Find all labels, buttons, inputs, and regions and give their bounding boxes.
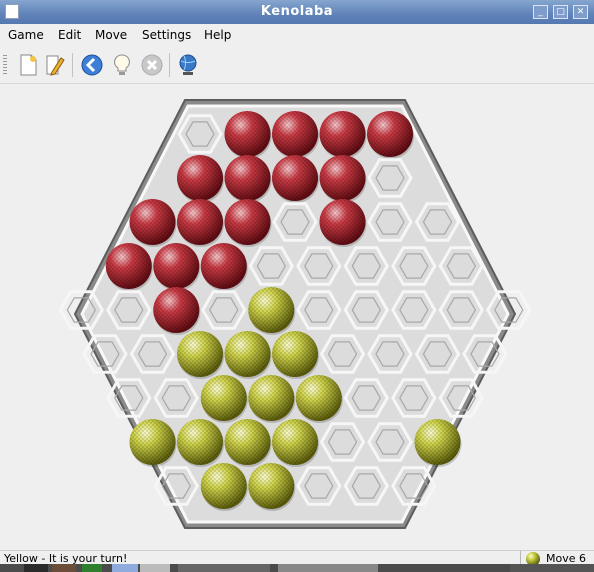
toolbar-separator [169, 53, 170, 77]
status-bar: Yellow - It is your turn! Move 6 [0, 550, 594, 565]
status-move-panel: Move 6 [520, 551, 594, 565]
marble-texture [105, 243, 152, 289]
marble-texture [319, 111, 366, 157]
new-game-icon[interactable] [15, 52, 41, 78]
stop-icon[interactable] [139, 52, 165, 78]
marble-texture [153, 287, 200, 333]
menu-settings[interactable]: Settings [142, 28, 191, 42]
menu-help[interactable]: Help [204, 28, 231, 42]
marble-texture [248, 287, 295, 333]
marble-texture [200, 463, 247, 509]
marble-texture [248, 463, 295, 509]
taskbar-app-icon[interactable] [82, 564, 102, 572]
marble-texture [129, 199, 176, 245]
marble-texture [319, 155, 366, 201]
taskbar [0, 564, 594, 572]
close-button[interactable]: ✕ [573, 5, 588, 19]
taskbar-desktop-icon[interactable] [140, 564, 170, 572]
marble-texture [224, 331, 271, 377]
marble-texture [248, 375, 295, 421]
toolbar-separator [72, 53, 73, 77]
marble-texture [224, 111, 271, 157]
marble-texture [414, 419, 461, 465]
window-title: Kenolaba [260, 4, 334, 19]
marble-texture [177, 199, 223, 245]
taskbar-app-icon[interactable] [52, 564, 76, 572]
menu-game[interactable]: Game [8, 28, 44, 42]
system-tray [510, 564, 594, 572]
taskbar-window-button[interactable] [278, 564, 378, 572]
hint-lightbulb-icon[interactable] [109, 52, 135, 78]
marble-texture [224, 199, 271, 245]
toolbar-grip[interactable] [3, 55, 7, 75]
marble-texture [200, 375, 247, 421]
marble-texture [129, 419, 176, 465]
marble-texture [224, 419, 271, 465]
menu-bar: Game Edit Move Settings Help [0, 25, 594, 46]
marble-texture [319, 199, 366, 245]
taskbar-desktop-icon[interactable] [112, 564, 138, 572]
marble-texture [272, 331, 318, 377]
marble-texture [200, 243, 247, 289]
marble-texture [177, 419, 223, 465]
marble-texture [272, 155, 318, 201]
taskbar-window-button[interactable] [178, 564, 270, 572]
marble-texture [177, 331, 223, 377]
taskbar-terminal-icon[interactable] [24, 564, 48, 572]
menu-edit[interactable]: Edit [58, 28, 81, 42]
edit-icon[interactable] [42, 52, 68, 78]
maximize-button[interactable]: □ [553, 5, 568, 19]
current-player-piece-icon [526, 552, 540, 565]
marble-texture [224, 155, 271, 201]
window-title-bar: Kenolaba _ □ ✕ [0, 0, 594, 24]
marble-texture [153, 243, 200, 289]
minimize-button[interactable]: _ [533, 5, 548, 19]
game-board[interactable] [0, 84, 594, 550]
undo-back-icon[interactable] [79, 52, 105, 78]
network-globe-icon[interactable] [175, 52, 201, 78]
marble-texture [177, 155, 223, 201]
marble-texture [272, 111, 318, 157]
marble-texture [367, 111, 413, 157]
marble-texture [295, 375, 342, 421]
menu-move[interactable]: Move [95, 28, 127, 42]
marble-texture [272, 419, 318, 465]
toolbar [0, 47, 594, 84]
